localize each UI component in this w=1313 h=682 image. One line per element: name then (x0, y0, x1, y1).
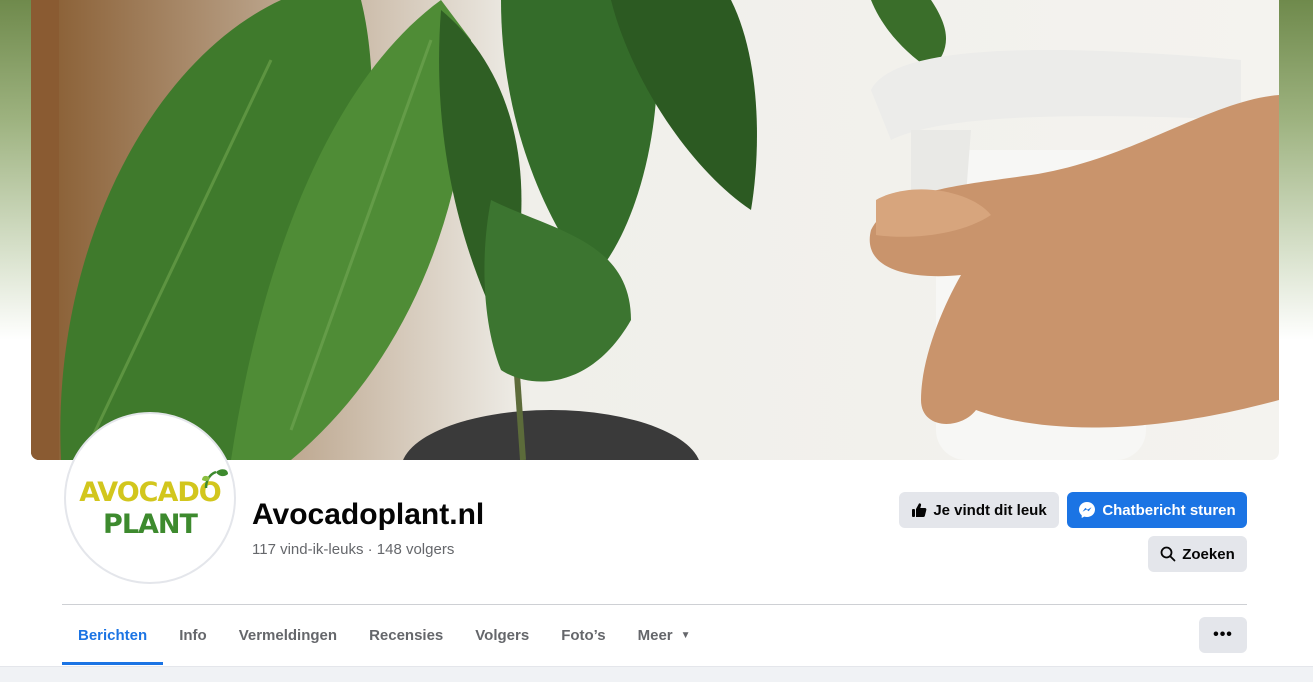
more-options-button[interactable]: ••• (1199, 617, 1247, 653)
thumbs-up-icon (912, 503, 927, 517)
tab-label: Volgers (475, 626, 530, 644)
tab-fotos[interactable]: Foto’s (545, 605, 621, 665)
avatar-logo: AVOCADO PLANT (68, 416, 232, 580)
caret-down-icon: ▼ (680, 629, 691, 641)
message-button[interactable]: Chatbericht sturen (1067, 492, 1247, 528)
search-icon (1160, 546, 1176, 562)
tab-label: Recensies (369, 626, 444, 644)
like-button-label: Je vindt dit leuk (933, 501, 1047, 519)
search-button-label: Zoeken (1182, 545, 1235, 563)
like-button[interactable]: Je vindt dit leuk (899, 492, 1059, 528)
tab-info[interactable]: Info (163, 605, 223, 665)
page-stats: 117 vind-ik-leuks · 148 volgers (252, 541, 455, 558)
logo-text-plant: PLANT (103, 509, 198, 540)
tab-volgers[interactable]: Volgers (459, 605, 545, 665)
tab-label: Berichten (78, 626, 148, 644)
page-tabs: Berichten Info Vermeldingen Recensies Vo… (62, 605, 707, 665)
tab-label: Info (179, 626, 207, 644)
message-button-label: Chatbericht sturen (1102, 501, 1236, 519)
tab-label: Vermeldingen (238, 626, 338, 644)
feed-background (0, 666, 1313, 682)
cover-photo[interactable] (31, 0, 1279, 460)
messenger-icon (1079, 502, 1096, 518)
profile-avatar[interactable]: AVOCADO PLANT (64, 412, 236, 584)
cover-illustration (31, 0, 1279, 460)
tab-label: Foto’s (561, 626, 606, 644)
tab-recensies[interactable]: Recensies (353, 605, 459, 665)
tab-vermeldingen[interactable]: Vermeldingen (223, 605, 353, 665)
page-title: Avocadoplant.nl (252, 498, 485, 531)
more-dots-icon: ••• (1213, 626, 1233, 643)
tab-label: Meer (637, 626, 673, 644)
sprout-icon (202, 469, 228, 489)
tab-meer[interactable]: Meer ▼ (622, 605, 707, 665)
search-button[interactable]: Zoeken (1148, 536, 1247, 572)
tab-berichten[interactable]: Berichten (62, 605, 164, 665)
